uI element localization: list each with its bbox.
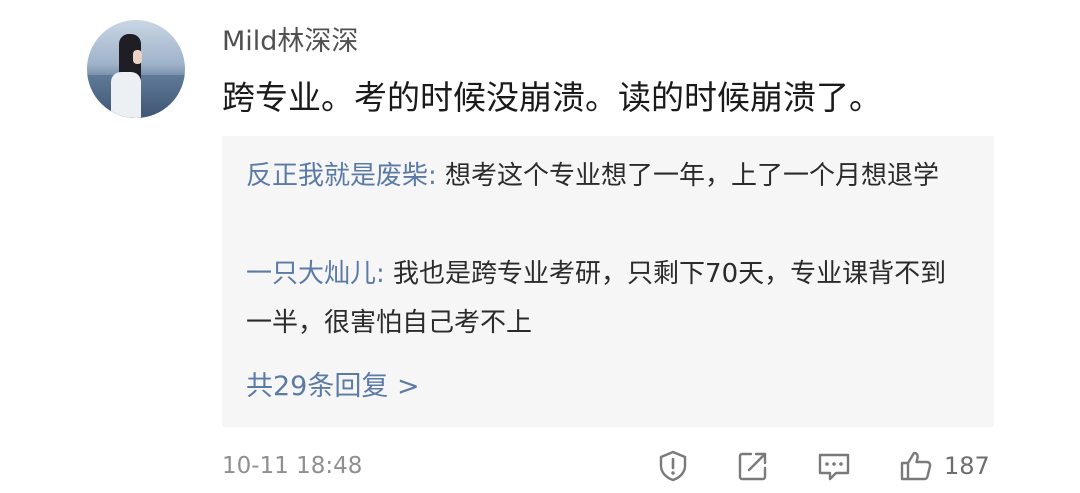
reply-author[interactable]: 一只大灿儿: (246, 259, 385, 289)
report-button[interactable] (656, 448, 690, 484)
repost-button[interactable] (736, 448, 770, 484)
avatar-body (111, 72, 141, 118)
timestamp: 10-11 18:48 (222, 453, 363, 479)
comment-icon (818, 453, 850, 481)
comment-footer: 10-11 18:48 187 (222, 446, 994, 486)
comment-text: 跨专业。考的时候没崩溃。读的时候崩溃了。 (222, 78, 882, 117)
more-replies-link[interactable]: 共29条回复 > (246, 362, 420, 411)
avatar[interactable] (87, 20, 185, 118)
comment-button[interactable] (816, 448, 852, 484)
comment-card: Mild林深深 跨专业。考的时候没崩溃。读的时候崩溃了。 反正我就是废柴: 想考… (0, 0, 1080, 493)
reply-item[interactable]: 反正我就是废柴: 想考这个专业想了一年，上了一个月想退学 (246, 152, 966, 201)
reply-text: 想考这个专业想了一年，上了一个月想退学 (436, 161, 940, 191)
report-icon (659, 450, 687, 482)
like-icon (900, 451, 932, 481)
avatar-face (133, 50, 142, 64)
repost-icon (738, 452, 767, 481)
like-button[interactable]: 187 (898, 448, 990, 484)
reply-item[interactable]: 一只大灿儿: 我也是跨专业考研，只剩下70天，专业课背不到一半，很害怕自己考不上 (246, 250, 966, 348)
reply-preview-box[interactable]: 反正我就是废柴: 想考这个专业想了一年，上了一个月想退学 一只大灿儿: 我也是跨… (222, 136, 994, 427)
username[interactable]: Mild林深深 (222, 24, 358, 60)
like-count: 187 (944, 452, 990, 480)
reply-author[interactable]: 反正我就是废柴: (246, 161, 437, 191)
